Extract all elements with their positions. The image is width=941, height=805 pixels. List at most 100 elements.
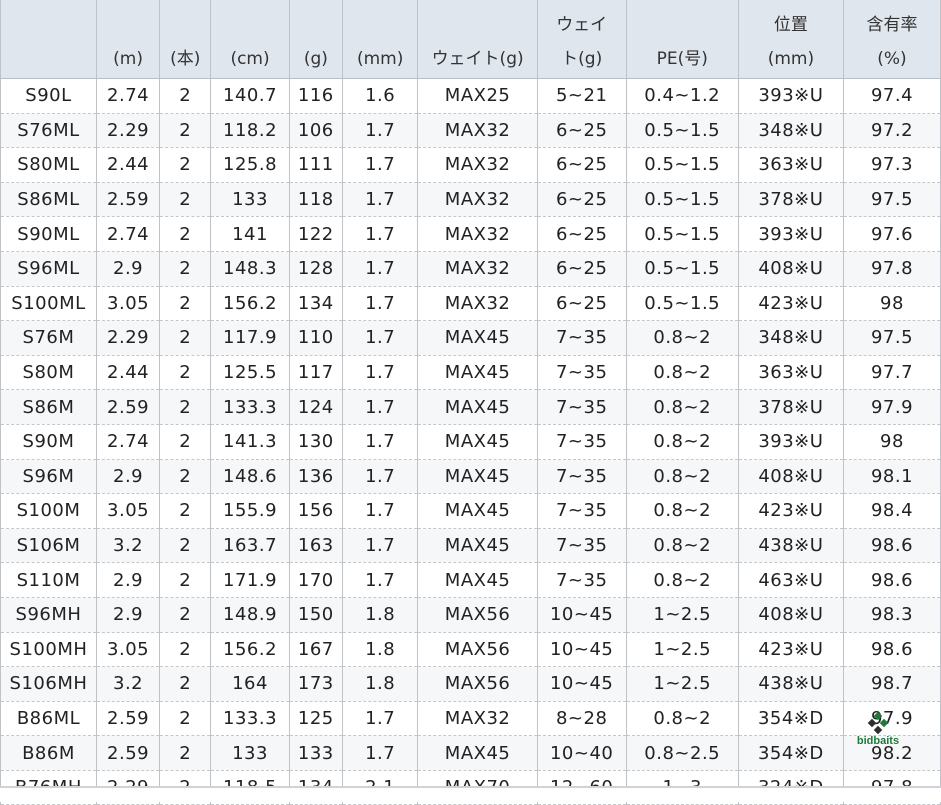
cell-max-weight: MAX56 bbox=[417, 632, 538, 668]
header-cell-length: (m) bbox=[95, 0, 161, 79]
cell-model: S90ML bbox=[0, 216, 97, 252]
cell-length: 2.59 bbox=[95, 701, 161, 737]
cell-reel-position: 393※U bbox=[737, 78, 844, 114]
cell-closed-length: 117.9 bbox=[210, 320, 290, 356]
header-text: 含有率 bbox=[866, 15, 918, 35]
cell-lure-weight: 6~25 bbox=[536, 147, 627, 183]
cell-pe-line: 0.5~1.5 bbox=[625, 286, 739, 322]
cell-length: 2.9 bbox=[95, 251, 161, 287]
table-row: S96ML 2.9 2 148.3 128 1.7 MAX32 6~25 0.5~1.5 408※… bbox=[0, 251, 941, 287]
cell-tip-diameter: 1.7 bbox=[341, 147, 419, 183]
cell-weight: 156 bbox=[288, 493, 343, 529]
cell-max-weight: MAX45 bbox=[417, 562, 538, 598]
cell-model: B86ML bbox=[0, 701, 97, 737]
cell-pieces: 2 bbox=[159, 78, 212, 114]
table-header-row: (m) (本) (cm) (g) (mm) ウェイト(g) ウェイ ト(g) PE… bbox=[0, 0, 941, 79]
cell-max-weight: MAX45 bbox=[417, 320, 538, 356]
cell-length: 3.05 bbox=[95, 632, 161, 668]
cell-model: S106M bbox=[0, 528, 97, 564]
cell-weight: 118 bbox=[288, 182, 343, 218]
cell-pe-line: 0.8~2 bbox=[625, 493, 739, 529]
cell-reel-position: 348※U bbox=[737, 320, 844, 356]
cell-model: S100MH bbox=[0, 632, 97, 668]
cell-weight: 122 bbox=[288, 216, 343, 252]
cell-length: 2.59 bbox=[95, 735, 161, 771]
cell-reel-position: 438※U bbox=[737, 528, 844, 564]
cell-lure-weight: 7~35 bbox=[536, 389, 627, 425]
watermark-text: bidbaits bbox=[856, 735, 900, 747]
cell-pieces: 2 bbox=[159, 320, 212, 356]
cell-closed-length: 118.2 bbox=[210, 113, 290, 149]
cell-length: 2.44 bbox=[95, 147, 161, 183]
cell-carbon-content: 97.5 bbox=[842, 320, 941, 356]
cell-pe-line: 0.8~2 bbox=[625, 528, 739, 564]
cell-weight: 133 bbox=[288, 735, 343, 771]
cell-lure-weight: 7~35 bbox=[536, 424, 627, 460]
cell-reel-position: 423※U bbox=[737, 493, 844, 529]
cell-lure-weight: 6~25 bbox=[536, 286, 627, 322]
cell-model: S80ML bbox=[0, 147, 97, 183]
cell-lure-weight: 6~25 bbox=[536, 251, 627, 287]
table-row: S110M 2.9 2 171.9 170 1.7 MAX45 7~35 0.8~2 463※U 9… bbox=[0, 562, 941, 598]
cell-pe-line: 0.5~1.5 bbox=[625, 216, 739, 252]
header-text: (g) bbox=[303, 49, 328, 69]
cell-carbon-content: 97.7 bbox=[842, 355, 941, 391]
cell-max-weight: MAX45 bbox=[417, 459, 538, 495]
cell-closed-length: 148.9 bbox=[210, 597, 290, 633]
cell-lure-weight: 10~45 bbox=[536, 597, 627, 633]
cell-pieces: 2 bbox=[159, 632, 212, 668]
cell-length: 2.9 bbox=[95, 459, 161, 495]
cell-model: S96M bbox=[0, 459, 97, 495]
cell-pieces: 2 bbox=[159, 182, 212, 218]
cell-weight: 170 bbox=[288, 562, 343, 598]
table-row: S106M 3.2 2 163.7 163 1.7 MAX45 7~35 0.8~2 438※U 9… bbox=[0, 528, 941, 564]
cell-pieces: 2 bbox=[159, 666, 212, 702]
cell-lure-weight: 10~40 bbox=[536, 735, 627, 771]
cell-max-weight: MAX56 bbox=[417, 666, 538, 702]
cell-lure-weight: 10~45 bbox=[536, 666, 627, 702]
cell-tip-diameter: 1.8 bbox=[341, 632, 419, 668]
cell-reel-position: 363※U bbox=[737, 147, 844, 183]
cell-tip-diameter: 1.8 bbox=[341, 597, 419, 633]
cell-weight: 173 bbox=[288, 666, 343, 702]
cell-reel-position: 363※U bbox=[737, 355, 844, 391]
header-text: PE(号) bbox=[656, 49, 708, 69]
cell-carbon-content: 98.6 bbox=[842, 632, 941, 668]
cell-lure-weight: 6~25 bbox=[536, 216, 627, 252]
header-text: ウェイ bbox=[556, 15, 608, 35]
cell-length: 2.74 bbox=[95, 216, 161, 252]
cell-length: 2.29 bbox=[95, 113, 161, 149]
cell-pieces: 2 bbox=[159, 701, 212, 737]
cell-pe-line: 0.8~2 bbox=[625, 562, 739, 598]
cell-tip-diameter: 1.7 bbox=[341, 286, 419, 322]
cell-max-weight: MAX45 bbox=[417, 389, 538, 425]
cell-pe-line: 0.8~2 bbox=[625, 389, 739, 425]
cell-lure-weight: 5~21 bbox=[536, 78, 627, 114]
cell-length: 2.59 bbox=[95, 389, 161, 425]
header-cell-carbon-content: 含有率 (%) bbox=[842, 0, 941, 79]
cell-length: 3.05 bbox=[95, 493, 161, 529]
cell-pieces: 2 bbox=[159, 147, 212, 183]
cell-tip-diameter: 1.7 bbox=[341, 493, 419, 529]
table-row: S76ML 2.29 2 118.2 106 1.7 MAX32 6~25 0.5~1.5 348… bbox=[0, 113, 941, 149]
cell-pieces: 2 bbox=[159, 459, 212, 495]
cell-pieces: 2 bbox=[159, 424, 212, 460]
cell-closed-length: 125.8 bbox=[210, 147, 290, 183]
cell-length: 2.29 bbox=[95, 320, 161, 356]
header-cell-model bbox=[0, 0, 97, 79]
cell-model: S96ML bbox=[0, 251, 97, 287]
cell-length: 2.74 bbox=[95, 78, 161, 114]
cell-pe-line: 0.8~2 bbox=[625, 701, 739, 737]
cell-length: 3.2 bbox=[95, 666, 161, 702]
cell-tip-diameter: 1.7 bbox=[341, 320, 419, 356]
cell-max-weight: MAX32 bbox=[417, 182, 538, 218]
cell-carbon-content: 98 bbox=[842, 286, 941, 322]
cell-model: S96MH bbox=[0, 597, 97, 633]
header-text: (本) bbox=[170, 49, 201, 69]
cell-max-weight: MAX25 bbox=[417, 78, 538, 114]
cell-length: 2.9 bbox=[95, 597, 161, 633]
header-text: (mm) bbox=[356, 49, 404, 69]
cell-model: S76ML bbox=[0, 113, 97, 149]
cell-length: 2.44 bbox=[95, 355, 161, 391]
watermark-logo: bidbaits bbox=[848, 712, 908, 752]
